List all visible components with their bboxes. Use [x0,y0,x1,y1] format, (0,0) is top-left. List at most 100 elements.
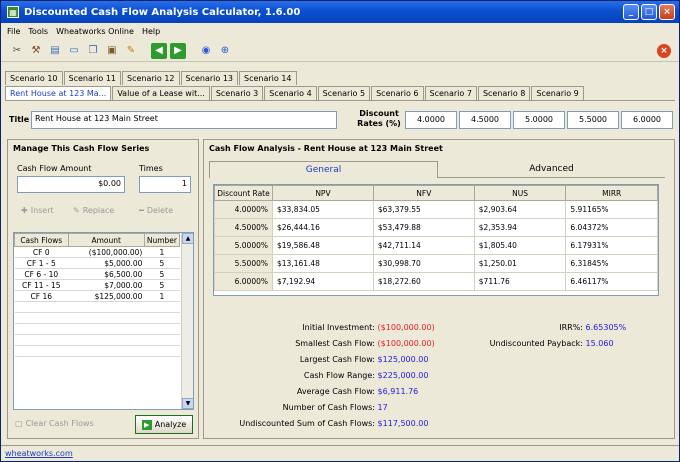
stat-undiscounted-payback: Undiscounted Payback: 15.060 [489,339,614,348]
tab-scenario-14[interactable]: Scenario 14 [239,71,297,85]
paste-icon[interactable]: ▣ [104,43,120,59]
minimize-button[interactable]: _ [623,4,639,20]
col-amount[interactable]: Amount [67,233,145,247]
manage-series-title: Manage This Cash Flow Series [13,144,150,153]
tab-scenario-4[interactable]: Scenario 4 [264,86,317,100]
plus-icon: ✚ [21,206,28,215]
tab-scenario-8[interactable]: Scenario 8 [477,86,531,100]
insert-button[interactable]: ✚ Insert [21,206,54,215]
stat-number-of-cash-flows: Number of Cash Flows: 17 [282,403,388,412]
pencil-icon: ✎ [73,206,80,215]
col-number[interactable]: Number [143,233,181,247]
close-window-button[interactable]: × [659,4,675,20]
discount-rate-1[interactable]: 4.0000 [405,111,457,129]
minus-icon: ━ [139,206,144,215]
tab-rent-house[interactable]: Rent House at 123 Ma... [5,86,112,100]
delete-button[interactable]: ━ Delete [139,206,173,215]
table-row: 4.5000% $26,444.16 $53,479.88 $2,353.94 … [214,218,658,237]
tab-scenario-5[interactable]: Scenario 5 [317,86,371,100]
tab-scenario-3[interactable]: Scenario 3 [210,86,264,100]
analysis-title: Cash Flow Analysis - Rent House at 123 M… [209,144,443,153]
menu-wheatworks-online[interactable]: Wheatworks Online [56,27,134,36]
table-row[interactable]: CF 6 - 10 $6,500.00 5 [14,268,180,280]
table-row: 5.0000% $19,586.48 $42,711.14 $1,805.40 … [214,236,658,255]
close-scenario-icon[interactable]: × [657,44,671,58]
tab-general[interactable]: General [209,161,438,178]
maximize-button[interactable]: □ [641,4,657,20]
table-row: 4.0000% $33,834.05 $63,379.55 $2,903.64 … [214,200,658,219]
times-input[interactable]: 1 [139,176,191,193]
analysis-tabs: General Advanced [209,161,665,178]
window-title: Discounted Cash Flow Analysis Calculator… [24,6,301,18]
menu-tools[interactable]: Tools [28,27,48,36]
copy-icon[interactable]: ❐ [85,43,101,59]
table-row[interactable]: CF 11 - 15 $7,000.00 5 [14,279,180,291]
tab-scenario-12[interactable]: Scenario 12 [122,71,180,85]
title-bar[interactable]: ▦ Discounted Cash Flow Analysis Calculat… [1,1,679,23]
tab-scenario-13[interactable]: Scenario 13 [180,71,238,85]
analyze-button[interactable]: ▶ Analyze [135,415,193,434]
col-nfv: NFV [372,185,475,201]
stat-largest-cash-flow: Largest Cash Flow: $125,000.00 [299,355,429,364]
document-icon[interactable]: ▤ [47,43,63,59]
forward-icon[interactable]: ▶ [170,42,186,59]
tab-scenario-7[interactable]: Scenario 7 [424,86,477,100]
col-cash-flows[interactable]: Cash Flows [14,233,69,247]
amount-input[interactable]: $0.00 [17,176,125,193]
stat-average-cash-flow: Average Cash Flow: $6,911.76 [296,387,419,396]
clear-cash-flows-button[interactable]: ▢ Clear Cash Flows [15,419,94,428]
times-label: Times [139,164,163,173]
tab-scenario-11[interactable]: Scenario 11 [63,71,121,85]
table-row[interactable]: CF 16 $125,000.00 1 [14,290,180,302]
menu-bar: File Tools Wheatworks Online Help [1,24,679,38]
col-nus: NUS [473,185,567,201]
scroll-down-icon[interactable]: ▼ [182,398,193,409]
tab-value-of-lease[interactable]: Value of a Lease wit... [112,86,210,100]
replace-button[interactable]: ✎ Replace [73,206,114,215]
app-icon: ▦ [7,6,19,18]
list-scrollbar[interactable]: ▲ ▼ [181,233,193,409]
table-row: 5.5000% $13,161.48 $30,998.70 $1,250.01 … [214,254,658,273]
discount-rate-2[interactable]: 4.5000 [459,111,511,129]
stat-cash-flow-range: Cash Flow Range: $225,000.00 [303,371,429,380]
scenario-tabs-row1: Scenario 10 Scenario 11 Scenario 12 Scen… [5,71,298,85]
menu-file[interactable]: File [7,27,20,36]
document-icon: ▢ [15,419,23,428]
scenario-tabs-row2: Rent House at 123 Ma... Value of a Lease… [5,86,585,100]
col-mirr: MIRR [565,185,658,201]
analyze-icon: ▶ [141,419,152,430]
globe-icon[interactable]: ◉ [198,43,214,59]
window-controls: _ □ × [623,4,675,20]
amount-label: Cash Flow Amount [17,164,92,173]
stat-irr: IRR%: 6.65305% [559,323,627,332]
menu-help[interactable]: Help [142,27,160,36]
discount-rates-label: Discount Rates (%) [357,109,401,128]
cash-flow-list[interactable]: Cash Flows Amount Number CF 0 ($100,000.… [13,232,194,410]
tab-advanced[interactable]: Advanced [438,161,665,178]
table-row[interactable]: CF 1 - 5 $5,000.00 5 [14,257,180,269]
pencil-icon[interactable]: ✎ [123,43,139,59]
back-icon[interactable]: ◀ [151,42,167,59]
app-window: ▦ Discounted Cash Flow Analysis Calculat… [0,0,680,462]
wizard-icon[interactable]: ⚒ [28,43,44,59]
title-input[interactable]: Rent House at 123 Main Street [31,111,337,129]
website-link[interactable]: wheatworks.com [1,445,679,462]
npv-results-table: Discount Rate NPV NFV NUS MIRR 4.0000% $… [213,184,659,296]
tab-scenario-6[interactable]: Scenario 6 [371,86,424,100]
scroll-up-icon[interactable]: ▲ [182,233,193,244]
discount-rate-3[interactable]: 5.0000 [513,111,565,129]
discount-rate-5[interactable]: 6.0000 [621,111,673,129]
print-icon[interactable]: ▭ [66,43,82,59]
col-npv: NPV [272,185,374,201]
cut-icon[interactable]: ✂ [9,43,25,59]
stat-initial-investment: Initial Investment: ($100,000.00) [302,323,435,332]
tab-scenario-10[interactable]: Scenario 10 [5,71,63,85]
table-row: 6.0000% $7,192.94 $18,272.60 $711.76 6.4… [214,272,658,291]
toolbar: ✂ ⚒ ▤ ▭ ❐ ▣ ✎ ◀ ▶ ◉ ⊕ [1,40,679,62]
discount-rate-4[interactable]: 5.5000 [567,111,619,129]
col-discount-rate: Discount Rate [214,185,273,201]
title-label: Title [9,115,30,124]
tab-scenario-9[interactable]: Scenario 9 [531,86,584,100]
help-icon[interactable]: ⊕ [217,43,233,59]
table-row[interactable]: CF 0 ($100,000.00) 1 [14,246,180,258]
